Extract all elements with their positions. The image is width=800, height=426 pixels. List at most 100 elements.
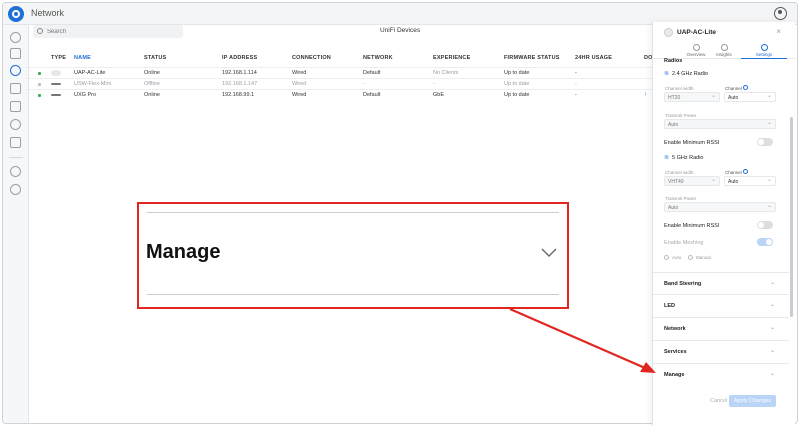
section-services[interactable]: Services ⌄ (653, 340, 789, 362)
chevron-down-icon: ⌄ (769, 280, 775, 286)
device-connection: Wired (292, 70, 307, 76)
transmit-power-select[interactable]: Auto (664, 119, 776, 129)
sidebar-divider (9, 157, 23, 158)
min-rssi-toggle[interactable] (757, 221, 773, 229)
section-manage[interactable]: Manage ⌄ (653, 363, 789, 385)
section-led[interactable]: LED ⌄ (653, 294, 789, 316)
page-title: UniFi Devices (380, 27, 421, 34)
devices-icon[interactable] (10, 65, 21, 76)
section-label: Band Steering (664, 281, 702, 287)
device-usage: - (575, 70, 577, 76)
device-status: Online (144, 92, 160, 98)
unifi-logo-icon[interactable] (8, 6, 24, 22)
column-type[interactable]: TYPE (51, 55, 66, 61)
wifi-icon: ≋ (664, 71, 670, 77)
min-rssi-label: Enable Minimum RSSI (664, 223, 720, 229)
clients-icon[interactable] (10, 83, 21, 94)
channel-select[interactable]: Auto (724, 92, 776, 102)
tab-label: Settings (755, 52, 773, 57)
table-row[interactable]: UXG Pro Online 192.168.99.1 Wired Defaul… (26, 89, 654, 100)
chevron-down-icon (541, 248, 557, 257)
meshing-toggle[interactable] (757, 238, 773, 246)
user-avatar-icon[interactable] (774, 7, 787, 20)
manual-radio[interactable] (688, 255, 693, 260)
device-name: UAP-AC-Lite (74, 70, 106, 76)
column-name[interactable]: NAME (74, 55, 91, 61)
status-dot (38, 83, 41, 86)
callout-divider (147, 294, 559, 295)
search-input[interactable] (47, 26, 177, 37)
panel-device-name: UAP-AC-Lite (677, 29, 716, 36)
device-status: Online (144, 70, 160, 76)
security-icon[interactable] (10, 137, 21, 148)
column-firmware-status[interactable]: FIRMWARE STATUS (504, 55, 560, 61)
insights-icon[interactable] (10, 119, 21, 130)
close-icon[interactable]: × (776, 27, 781, 36)
column-network[interactable]: NETWORK (363, 55, 393, 61)
device-experience: - (433, 81, 435, 87)
auto-label: Auto (672, 255, 682, 260)
device-name: USW-Flex-Mini (74, 81, 111, 87)
notifications-icon[interactable] (10, 166, 21, 177)
device-usage: - (575, 92, 577, 98)
dashboard-icon[interactable] (10, 32, 21, 43)
search-icon (37, 28, 43, 34)
auto-radio[interactable] (664, 255, 669, 260)
access-point-icon (51, 70, 61, 76)
channel-width-label: Channel width (665, 170, 694, 175)
device-connection: Wired (292, 92, 307, 98)
settings-icon (760, 44, 768, 51)
manage-callout: Manage (137, 202, 569, 309)
radio-24-title: 2.4 GHz Radio (672, 71, 709, 77)
section-label: Services (664, 349, 687, 355)
panel-scrollbar[interactable] (790, 117, 793, 317)
panel-tabs: Overview Insights Settings (653, 42, 795, 59)
section-network[interactable]: Network ⌄ (653, 317, 789, 339)
channel-width-select[interactable]: VHT40 (664, 176, 720, 186)
section-label: Manage (664, 372, 685, 378)
wifi-icon: ≋ (664, 155, 670, 161)
table-row[interactable]: UAP-AC-Lite Online 192.168.1.114 Wired D… (26, 67, 654, 78)
info-icon[interactable] (743, 85, 748, 90)
status-dot (38, 94, 41, 97)
transmit-power-select[interactable]: Auto (664, 202, 776, 212)
search-box[interactable] (33, 25, 183, 38)
column-status[interactable]: STATUS (144, 55, 166, 61)
switch-icon (51, 83, 61, 85)
statistics-icon[interactable] (10, 101, 21, 112)
table-row[interactable]: USW-Flex-Mini Offline 192.168.1.147 Wire… (26, 78, 654, 89)
column-ip-address[interactable]: IP ADDRESS (222, 55, 257, 61)
access-point-icon (664, 28, 673, 37)
cancel-button[interactable]: Cancel (710, 398, 727, 404)
channel-select[interactable]: Auto (724, 176, 776, 186)
column-connection[interactable]: CONNECTION (292, 55, 331, 61)
download-icon[interactable]: ↓ (644, 91, 647, 97)
section-band-steering[interactable]: Band Steering ⌄ (653, 272, 789, 294)
device-connection: Wired (292, 81, 307, 87)
device-experience: No Clients (433, 70, 459, 76)
min-rssi-toggle[interactable] (757, 138, 773, 146)
column-experience[interactable]: EXPERIENCE (433, 55, 470, 61)
device-firmware: Up to date (504, 92, 530, 98)
manual-label: Manual (696, 255, 711, 260)
info-icon[interactable] (743, 169, 748, 174)
device-network: - (363, 81, 365, 87)
transmit-power-label: Transmit Power (665, 196, 697, 201)
radios-header: Radios (664, 58, 683, 64)
device-ip: 192.168.1.114 (222, 70, 257, 76)
app-title: Network (31, 8, 65, 18)
channel-width-select[interactable]: HT20 (664, 92, 720, 102)
column-24hr-usage[interactable]: 24HR USAGE (575, 55, 612, 61)
device-usage: - (575, 81, 577, 87)
tab-settings[interactable]: Settings (741, 42, 787, 59)
topology-icon[interactable] (10, 48, 21, 59)
device-network: Default (363, 70, 381, 76)
callout-label: Manage (146, 241, 221, 263)
device-network: Default (363, 92, 381, 98)
chevron-down-icon: ⌄ (769, 302, 775, 308)
settings-icon[interactable] (10, 184, 21, 195)
device-status: Offline (144, 81, 160, 87)
device-ip: 192.168.99.1 (222, 92, 255, 98)
device-name: UXG Pro (74, 92, 97, 98)
apply-changes-button[interactable]: Apply Changes (729, 395, 776, 407)
